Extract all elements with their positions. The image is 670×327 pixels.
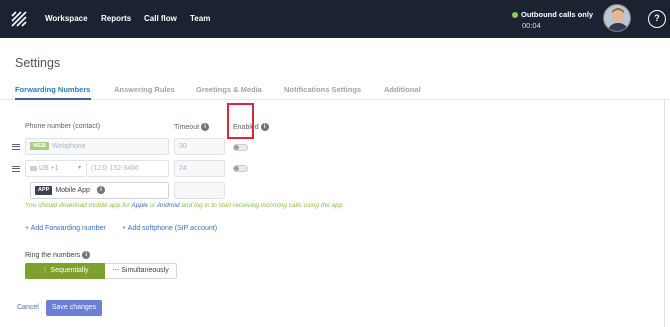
tab-additional[interactable]: Additional xyxy=(384,85,421,94)
hint-middle: or xyxy=(148,202,158,209)
add-softphone-link[interactable]: + Add softphone (SIP account) xyxy=(122,225,217,232)
active-tab-indicator xyxy=(15,98,91,100)
call-timer: 00:04 xyxy=(522,21,541,30)
info-icon[interactable]: i xyxy=(201,123,210,131)
tab-greetings-media[interactable]: Greetings & Media xyxy=(196,85,262,94)
sequentially-button[interactable]: ⋮ Sequentially xyxy=(25,263,105,279)
mobile-app-field: APP Mobile App i xyxy=(30,182,169,199)
simultaneously-label: Simultaneously xyxy=(121,267,169,274)
webphone-field: WEB Webphone xyxy=(25,138,169,155)
ring-numbers-label: Ring the numbers i xyxy=(25,251,91,259)
status-text: Outbound calls only xyxy=(521,10,594,19)
settings-tabs: Forwarding Numbers Answering Rules Greet… xyxy=(0,82,670,100)
logo-icon[interactable] xyxy=(10,10,28,28)
tab-forwarding-numbers[interactable]: Forwarding Numbers xyxy=(15,85,90,94)
timeout-input-1[interactable]: 30 xyxy=(174,138,225,155)
help-icon[interactable]: ? xyxy=(648,10,666,28)
nav-workspace[interactable]: Workspace xyxy=(45,14,88,23)
apple-link[interactable]: Apple xyxy=(131,202,148,209)
enabled-highlight-box xyxy=(227,103,254,139)
info-icon[interactable]: i xyxy=(260,123,269,131)
tab-notifications-settings[interactable]: Notifications Settings xyxy=(284,85,361,94)
phone-column-header: Phone number (contact) xyxy=(25,123,101,130)
chevron-down-icon: ▾ xyxy=(77,165,81,171)
call-status[interactable]: Outbound calls only xyxy=(512,10,593,19)
nav-reports[interactable]: Reports xyxy=(101,14,131,23)
drag-handle-icon[interactable] xyxy=(12,166,20,172)
hint-suffix: and log in to start receiving incoming c… xyxy=(179,202,345,209)
phone-number-input[interactable]: (123) 132-3466 xyxy=(87,160,169,177)
top-navbar: Workspace Reports Call flow Team Outboun… xyxy=(0,0,670,38)
hint-prefix: You should download mobile app for xyxy=(25,202,132,209)
info-icon[interactable]: i xyxy=(82,251,91,259)
cancel-button[interactable]: Cancel xyxy=(17,304,39,311)
app-badge: APP xyxy=(35,185,53,195)
simultaneously-button[interactable]: ⋯ Simultaneously xyxy=(105,263,177,279)
enabled-toggle-2[interactable] xyxy=(233,165,248,172)
nav-team[interactable]: Team xyxy=(190,14,210,23)
sequential-icon: ⋮ xyxy=(41,267,49,274)
enabled-toggle-1[interactable] xyxy=(233,144,248,151)
timeout-column-header: Timeout i xyxy=(174,123,210,131)
download-app-hint: You should download mobile app for Apple… xyxy=(25,202,344,209)
timeout-input-2[interactable]: 24 xyxy=(174,160,225,177)
sequentially-label: Sequentially xyxy=(50,267,89,274)
flag-icon xyxy=(30,165,37,171)
webphone-value: Webphone xyxy=(51,143,86,150)
info-icon[interactable]: i xyxy=(96,186,105,195)
country-code: US +1 xyxy=(39,165,59,172)
add-forwarding-number-link[interactable]: + Add Forwarding number xyxy=(25,225,106,232)
user-photo-icon xyxy=(604,5,630,31)
drag-handle-icon[interactable] xyxy=(12,144,20,150)
tab-answering-rules[interactable]: Answering Rules xyxy=(114,85,175,94)
status-dot-icon xyxy=(512,11,518,18)
nav-call-flow[interactable]: Call flow xyxy=(144,14,177,23)
timeout-header-label: Timeout xyxy=(174,123,200,131)
save-changes-button[interactable]: Save changes xyxy=(46,300,102,316)
page-title: Settings xyxy=(15,56,61,70)
mobile-app-value: Mobile App xyxy=(55,187,90,194)
timeout-input-3 xyxy=(174,182,225,199)
country-select[interactable]: US +1 ▾ xyxy=(25,160,87,177)
simultaneous-icon: ⋯ xyxy=(112,267,120,274)
avatar[interactable] xyxy=(603,4,631,32)
scrollbar-track[interactable] xyxy=(664,100,665,327)
web-badge: WEB xyxy=(30,142,49,151)
ring-label-text: Ring the numbers xyxy=(25,251,81,259)
android-link[interactable]: Android xyxy=(157,202,179,209)
